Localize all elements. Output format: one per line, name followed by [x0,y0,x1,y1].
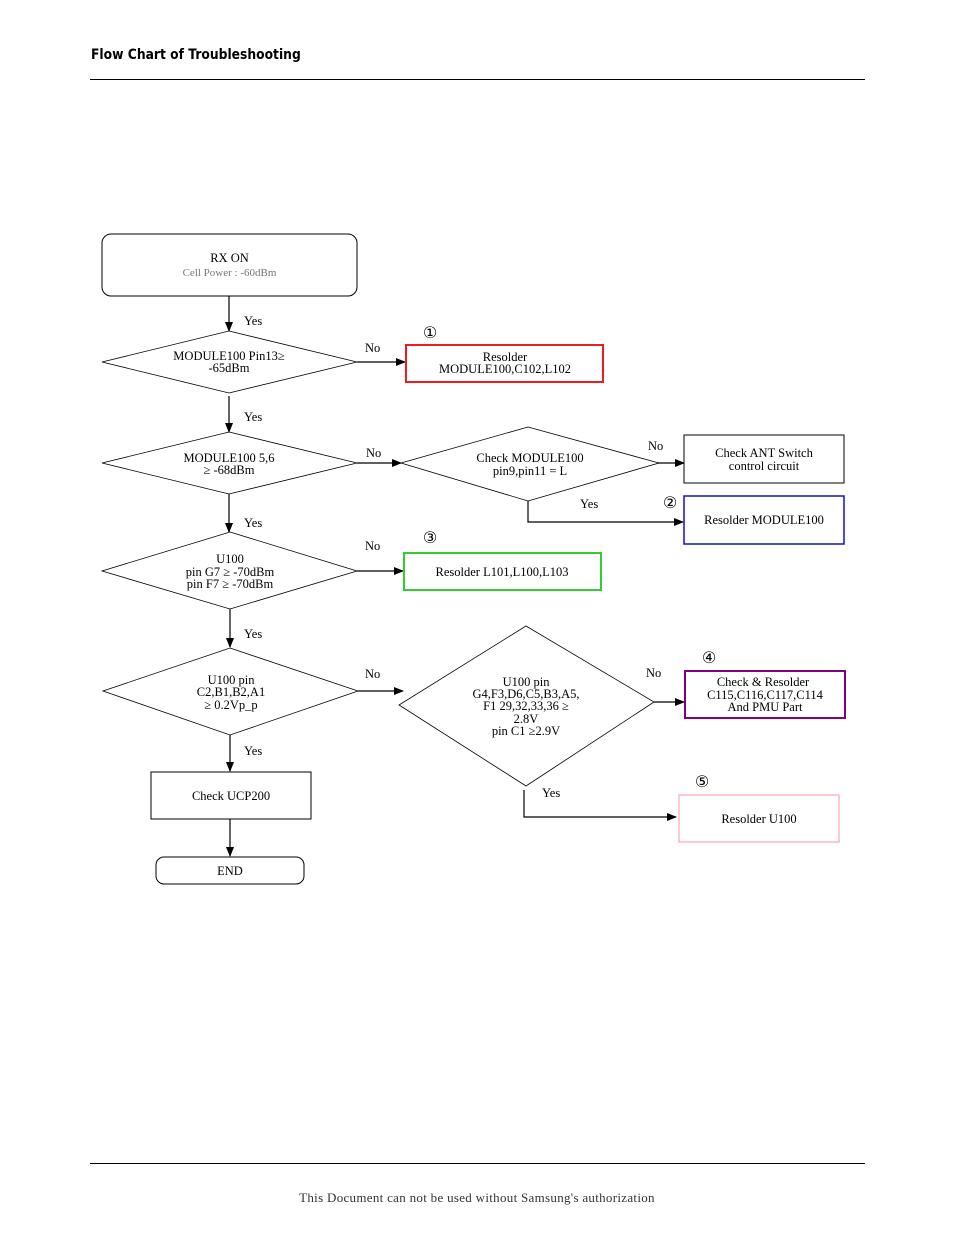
label-no: No [365,341,380,355]
svg-text:pin C1 ≥2.9V: pin C1 ≥2.9V [492,724,560,738]
label-yes: Yes [244,516,262,530]
action-check-ucp200: Check UCP200 [150,771,312,820]
start-node: RX ON Cell Power : -60dBm [101,233,358,297]
troubleshooting-flowchart: RX ON Cell Power : -60dBm Yes No Yes No … [100,233,846,885]
start-subtitle: Cell Power : -60dBm [183,267,277,279]
badge-1: ① [423,323,437,342]
svg-text:Check & Resolder: Check & Resolder [717,675,810,689]
decision-d3: U100 pin G7 ≥ -70dBm pin F7 ≥ -70dBm [100,531,359,610]
badge-5: ⑤ [695,772,709,791]
svg-text:≥ -68dBm: ≥ -68dBm [204,463,255,477]
action-a1: ① Resolder MODULE100,C102,L102 [405,323,604,383]
label-yes: Yes [244,410,262,424]
svg-text:C2,B1,B2,A1: C2,B1,B2,A1 [197,685,265,699]
svg-text:Resolder MODULE100: Resolder MODULE100 [704,513,824,527]
svg-text:END: END [217,864,243,878]
svg-text:Check MODULE100: Check MODULE100 [476,451,583,465]
svg-text:≥ 0.2Vp_p: ≥ 0.2Vp_p [204,698,257,712]
label-no: No [366,446,381,460]
label-no: No [646,666,661,680]
start-title: RX ON [210,251,249,265]
svg-text:control circuit: control circuit [729,459,800,473]
decision-d4b: U100 pin G4,F3,D6,C5,B3,A5, F1 29,32,33,… [398,625,655,787]
badge-2: ② [663,493,677,512]
label-yes: Yes [244,744,262,758]
svg-text:F1 29,32,33,36 ≥: F1 29,32,33,36 ≥ [483,699,569,713]
label-no: No [365,539,380,553]
action-a5: ⑤ Resolder U100 [678,772,840,843]
label-no: No [365,667,380,681]
label-yes: Yes [542,786,560,800]
svg-text:pin F7 ≥ -70dBm: pin F7 ≥ -70dBm [187,577,274,591]
svg-text:pin9,pin11 = L: pin9,pin11 = L [493,464,567,478]
svg-text:And PMU Part: And PMU Part [727,700,803,714]
decision-d2: MODULE100 5,6 ≥ -68dBm [101,431,358,495]
svg-text:Resolder U100: Resolder U100 [721,812,796,826]
action-a2: ② Resolder MODULE100 [663,493,845,545]
svg-text:Check UCP200: Check UCP200 [192,789,270,803]
label-yes: Yes [580,497,598,511]
label-yes: Yes [244,314,262,328]
svg-text:U100: U100 [216,552,244,566]
label-no: No [648,439,663,453]
decision-d4: U100 pin C2,B1,B2,A1 ≥ 0.2Vp_p [101,647,360,736]
svg-text:-65dBm: -65dBm [209,361,250,375]
action-a3: ③ Resolder L101,L100,L103 [403,528,602,591]
action-ant-switch: Check ANT Switch control circuit [683,434,845,484]
svg-text:Resolder L101,L100,L103: Resolder L101,L100,L103 [436,565,569,579]
label-yes: Yes [244,627,262,641]
svg-text:MODULE100,C102,L102: MODULE100,C102,L102 [439,362,571,376]
decision-d1: MODULE100 Pin13≥ -65dBm [101,330,358,394]
edge-d2b-a2 [527,501,684,526]
badge-4: ④ [702,648,716,667]
action-a4: ④ Check & Resolder C115,C116,C117,C114 A… [684,648,846,719]
decision-d2b: Check MODULE100 pin9,pin11 = L [399,426,661,502]
svg-text:Check ANT Switch: Check ANT Switch [715,446,813,460]
end-node: END [155,856,305,885]
badge-3: ③ [423,528,437,547]
